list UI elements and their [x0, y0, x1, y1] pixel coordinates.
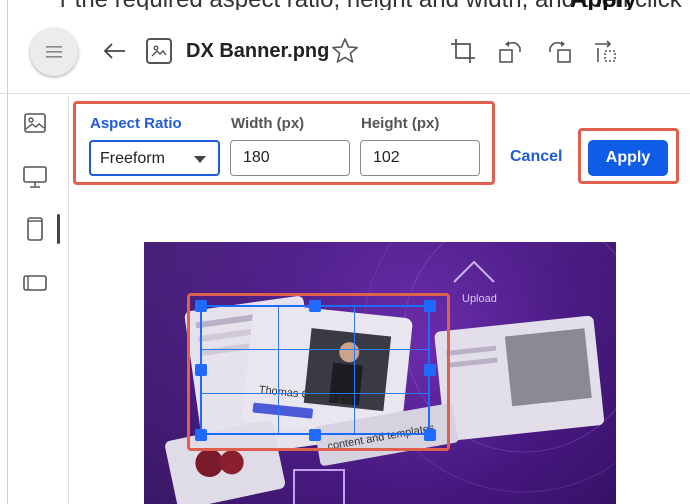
chevron-down-icon: [194, 156, 206, 163]
crop-grid-line: [202, 349, 428, 350]
mobile-icon: [27, 217, 43, 241]
width-label: Width (px): [231, 115, 305, 132]
crop-handle-top-left[interactable]: [195, 300, 207, 312]
crop-handle-top[interactable]: [309, 300, 321, 312]
aspect-ratio-label: Aspect Ratio: [90, 115, 182, 132]
crop-grid-line: [278, 307, 279, 433]
crop-handle-bottom-left[interactable]: [195, 429, 207, 441]
crop-handle-right[interactable]: [424, 364, 436, 376]
instruction-apply-word: Apply: [570, 0, 637, 10]
rail-mobile-button[interactable]: [20, 214, 50, 244]
crop-handle-top-right[interactable]: [424, 300, 436, 312]
cancel-button[interactable]: Cancel: [510, 148, 562, 166]
crop-grid-line: [202, 393, 428, 394]
crop-grid-line: [354, 307, 355, 433]
tablet-icon: [23, 275, 47, 291]
rail-tablet-button[interactable]: [20, 268, 50, 298]
crop-icon[interactable]: [448, 36, 478, 66]
file-name: DX Banner.png: [186, 40, 330, 62]
crop-selection[interactable]: [200, 305, 430, 435]
height-input[interactable]: 102: [360, 140, 480, 176]
crop-handle-bottom-right[interactable]: [424, 429, 436, 441]
apply-button[interactable]: Apply: [588, 140, 668, 176]
image-file-icon: [146, 38, 172, 64]
aspect-ratio-value: Freeform: [100, 150, 165, 167]
width-input[interactable]: 180: [230, 140, 350, 176]
editor-header: DX Banner.png: [0, 10, 690, 94]
height-label: Height (px): [361, 115, 440, 132]
rail-image-button[interactable]: [20, 108, 50, 138]
rail-desktop-button[interactable]: [20, 162, 50, 192]
desktop-icon: [23, 166, 47, 188]
crop-handle-left[interactable]: [195, 364, 207, 376]
back-arrow-icon: [104, 43, 125, 59]
star-icon[interactable]: [330, 36, 360, 66]
image-icon: [24, 113, 46, 133]
menu-button[interactable]: [30, 28, 78, 76]
svg-text:Upload: Upload: [462, 293, 497, 305]
rail-active-indicator: [57, 214, 60, 244]
rotate-left-icon[interactable]: [496, 36, 526, 66]
instruction-caption: r the required aspect ratio, height and …: [0, 0, 690, 10]
menu-icon: [46, 46, 62, 58]
rotate-right-icon[interactable]: [544, 36, 574, 66]
aspect-ratio-select[interactable]: Freeform: [89, 140, 220, 176]
flip-icon[interactable]: [590, 36, 620, 66]
crop-handle-bottom[interactable]: [309, 429, 321, 441]
back-button[interactable]: [98, 32, 132, 70]
